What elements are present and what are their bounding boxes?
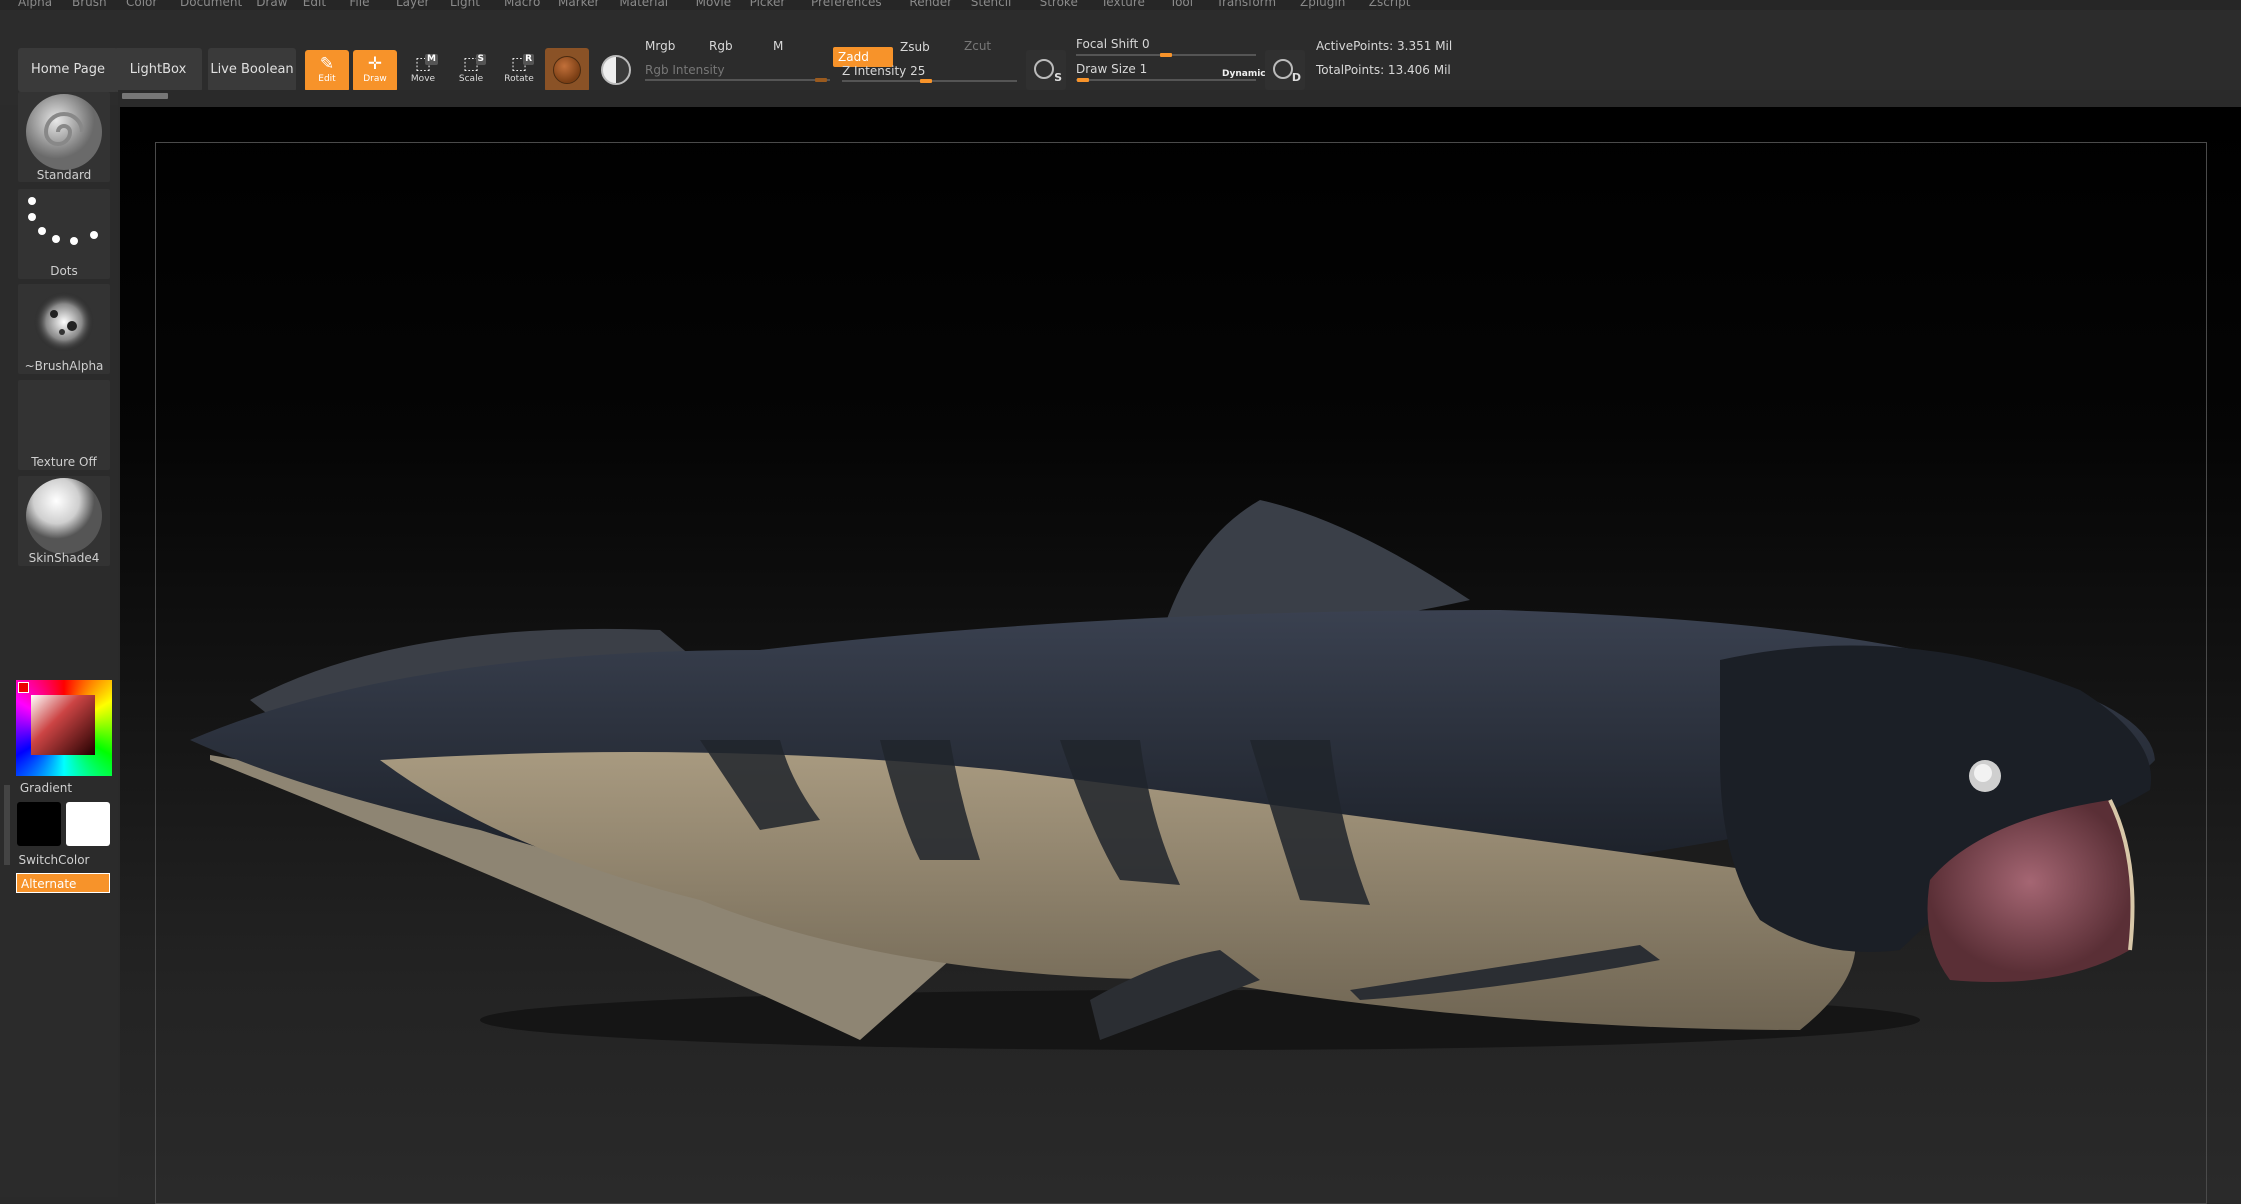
brush-label: Standard [36, 168, 92, 182]
left-shelf: Standard Dots ~BrushAlpha Texture Off Sk… [0, 92, 118, 1197]
menu-preferences[interactable]: Preferences [811, 0, 882, 9]
yin-yang-icon [601, 55, 631, 85]
lightbox-button[interactable]: LightBox [114, 48, 202, 92]
material-sphere-thumbnail-icon [26, 478, 102, 554]
edit-label: Edit [318, 74, 336, 84]
menu-texture[interactable]: Texture [1101, 0, 1145, 9]
viewport-scrollbar[interactable] [122, 93, 168, 99]
menu-alpha[interactable]: Alpha [18, 0, 52, 9]
rotate-icon: ⬚ [510, 54, 528, 74]
stroke-d-button[interactable]: D [1265, 50, 1305, 90]
menu-stencil[interactable]: Stencil [971, 0, 1012, 9]
color-picker[interactable] [16, 680, 112, 776]
stroke-label: Dots [50, 264, 78, 278]
color-marker[interactable] [18, 682, 29, 693]
fish-sculpt-model[interactable] [120, 107, 2241, 1197]
stroke-s-button[interactable]: S [1026, 50, 1066, 90]
move-icon: ⬚ [414, 54, 432, 74]
edit-icon: ✎ [319, 54, 335, 74]
scale-label: Scale [458, 74, 484, 84]
move-hotkey: M [425, 54, 438, 65]
rgb-intensity-slider[interactable] [645, 79, 830, 81]
move-button[interactable]: ⬚ M Move [401, 50, 445, 92]
color-blend-button[interactable] [596, 50, 636, 90]
viewport-top-strip [118, 90, 2241, 106]
edit-button[interactable]: ✎ Edit [305, 50, 349, 92]
mrgb-button[interactable]: Mrgb [645, 39, 675, 53]
menu-file[interactable]: File [349, 0, 369, 9]
rgb-intensity-label: Rgb Intensity [645, 63, 725, 77]
side-tab[interactable] [4, 785, 10, 865]
live-boolean-button[interactable]: Live Boolean [208, 48, 296, 92]
brush-thumbnail-icon [26, 94, 102, 170]
draw-button[interactable]: ✛ Draw [353, 50, 397, 92]
m-button[interactable]: M [773, 39, 783, 53]
menu-document[interactable]: Document [180, 0, 242, 9]
menu-light[interactable]: Light [450, 0, 480, 9]
menu-picker[interactable]: Picker [750, 0, 786, 9]
menu-render[interactable]: Render [909, 0, 952, 9]
menu-color[interactable]: Color [126, 0, 157, 9]
alpha-label: ~BrushAlpha [24, 359, 104, 373]
rotate-label: Rotate [504, 74, 534, 84]
menu-zscript[interactable]: Zscript [1369, 0, 1411, 9]
draw-icon: ✛ [367, 54, 383, 74]
rotate-hotkey: R [523, 54, 534, 65]
switch-color-button[interactable]: SwitchColor [0, 853, 108, 867]
menu-movie[interactable]: Movie [696, 0, 732, 9]
material-sphere-icon [553, 56, 581, 84]
menu-marker[interactable]: Marker [558, 0, 599, 9]
zcut-button[interactable]: Zcut [964, 39, 991, 53]
scale-hotkey: S [475, 54, 486, 65]
dynamic-toggle[interactable]: Dynamic [1222, 69, 1266, 79]
zsub-button[interactable]: Zsub [900, 40, 930, 54]
menu-stroke[interactable]: Stroke [1040, 0, 1078, 9]
menu-draw[interactable]: Draw [256, 0, 287, 9]
secondary-color-swatch[interactable] [66, 802, 110, 846]
draw-size-slider[interactable] [1076, 79, 1256, 81]
draw-size-knob[interactable] [1077, 78, 1089, 82]
menu-zplugin[interactable]: Zplugin [1300, 0, 1345, 9]
menu-transform[interactable]: Transform [1216, 0, 1276, 9]
menu-edit[interactable]: Edit [303, 0, 326, 9]
brush-alpha-icon [34, 292, 94, 352]
gradient-label[interactable]: Gradient [0, 781, 92, 795]
menu-material[interactable]: Material [619, 0, 668, 9]
menu-bar: Alpha Brush Color Document Draw Edit File Layer… [0, 0, 2241, 10]
primary-color-swatch[interactable] [17, 802, 61, 846]
rgb-intensity-knob[interactable] [815, 78, 827, 82]
scale-icon: ⬚ [462, 54, 480, 74]
material-label: SkinShade4 [28, 551, 100, 565]
rgb-button[interactable]: Rgb [709, 39, 733, 53]
z-intensity-label: Z Intensity 25 [842, 64, 926, 78]
alternate-button[interactable]: Alternate [16, 873, 110, 893]
move-label: Move [410, 74, 436, 84]
dots-stroke-icon [28, 197, 98, 245]
menu-tool[interactable]: Tool [1170, 0, 1193, 9]
canvas-viewport[interactable] [120, 107, 2241, 1204]
ring-icon [1273, 59, 1293, 79]
active-points-readout: ActivePoints: 3.351 Mil [1316, 39, 1453, 53]
focal-shift-label: Focal Shift 0 [1076, 37, 1150, 51]
ring-icon [1034, 59, 1054, 79]
color-square[interactable] [31, 695, 95, 755]
total-points-readout: TotalPoints: 13.406 Mil [1316, 63, 1451, 77]
draw-label: Draw [363, 74, 387, 84]
d-label: D [1291, 71, 1301, 84]
menu-layer[interactable]: Layer [396, 0, 429, 9]
home-page-button[interactable]: Home Page [18, 48, 118, 92]
s-label: S [1054, 71, 1062, 84]
material-button[interactable] [545, 48, 589, 92]
scale-button[interactable]: ⬚ S Scale [449, 50, 493, 92]
texture-label: Texture Off [31, 455, 97, 469]
menu-brush[interactable]: Brush [72, 0, 107, 9]
z-intensity-knob[interactable] [920, 79, 932, 83]
focal-shift-knob[interactable] [1160, 53, 1172, 57]
rotate-button[interactable]: ⬚ R Rotate [497, 50, 541, 92]
menu-macro[interactable]: Macro [504, 0, 540, 9]
draw-size-label: Draw Size 1 [1076, 62, 1148, 76]
